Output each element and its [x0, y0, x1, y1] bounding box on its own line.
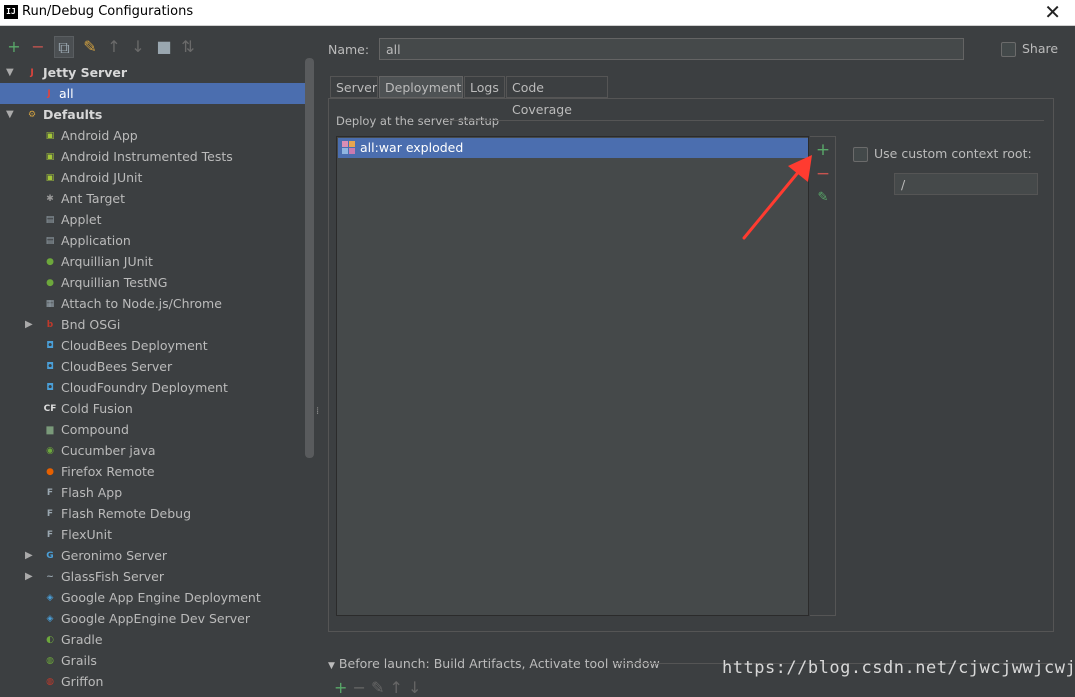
watermark: https://blog.csdn.net/cjwcjwwjcwjc: [722, 658, 1075, 678]
annotation-arrow: [742, 155, 812, 240]
